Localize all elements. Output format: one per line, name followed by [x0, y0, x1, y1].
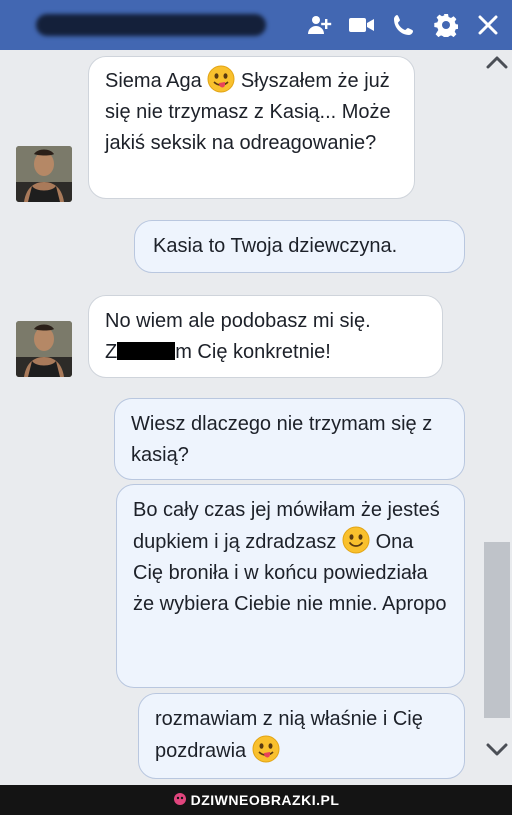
tongue-out-emoji: [207, 65, 235, 93]
message-bubble-incoming[interactable]: No wiem ale podobasz mi się. Zm Cię konk…: [88, 295, 443, 378]
message-text: rozmawiam z nią właśnie i Cię pozdrawia: [155, 708, 423, 762]
message-text: Kasia to Twoja dziewczyna.: [153, 235, 398, 257]
scrollbar-thumb[interactable]: [484, 542, 510, 718]
tongue-out-emoji: [252, 735, 280, 763]
scroll-down-chevron-icon[interactable]: [486, 740, 508, 760]
contact-name-blurred[interactable]: [36, 14, 266, 36]
censor-bar: [117, 342, 176, 360]
message-bubble-outgoing[interactable]: Kasia to Twoja dziewczyna.: [134, 220, 465, 273]
brand-watermark: DZIWNEOBRAZKI.PL: [190, 792, 340, 808]
smile-emoji: [342, 526, 370, 554]
avatar[interactable]: [16, 321, 72, 377]
add-person-icon[interactable]: [306, 11, 334, 39]
message-thread[interactable]: Siema Aga Słyszałem że już się nie trzym…: [0, 50, 512, 785]
brand-logo-icon: [173, 792, 187, 809]
avatar[interactable]: [16, 146, 72, 202]
message-text: Siema Aga: [105, 70, 202, 92]
header-actions: [306, 0, 502, 50]
message-text: No wiem ale podobasz mi się.: [105, 310, 371, 332]
message-bubble-outgoing[interactable]: Bo cały czas jej mówiłam że jesteś dupki…: [116, 484, 465, 688]
video-call-icon[interactable]: [348, 11, 376, 39]
phone-icon[interactable]: [390, 11, 418, 39]
message-text-line: Zm Cię konkretnie!: [105, 341, 331, 363]
chat-header: [0, 0, 512, 50]
message-text: Wiesz dlaczego nie trzymam się z kasią?: [131, 413, 433, 466]
settings-gear-icon[interactable]: [432, 11, 460, 39]
message-bubble-outgoing[interactable]: Wiesz dlaczego nie trzymam się z kasią?: [114, 398, 465, 480]
message-bubble-outgoing[interactable]: rozmawiam z nią właśnie i Cię pozdrawia: [138, 693, 465, 779]
scroll-up-chevron-icon[interactable]: [486, 52, 508, 72]
close-icon[interactable]: [474, 11, 502, 39]
message-bubble-incoming[interactable]: Siema Aga Słyszałem że już się nie trzym…: [88, 56, 415, 199]
watermark-footer: DZIWNEOBRAZKI.PL: [0, 785, 512, 815]
